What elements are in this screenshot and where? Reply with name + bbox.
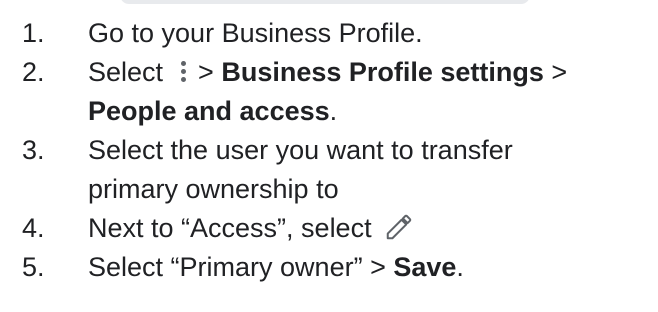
step-text-suffix: .: [329, 96, 338, 126]
list-item-step-4: 4. Next to “Access”, select: [0, 209, 658, 248]
list-item-step-2: 2. Select > Business Profile settings > …: [0, 53, 658, 131]
step-number: 5.: [22, 252, 45, 282]
instruction-list: 1. Go to your Business Profile. 2. Selec…: [0, 14, 658, 287]
step-text-prefix: Select “Primary owner” >: [88, 252, 394, 282]
step-text: Next to “Access”, select: [88, 213, 414, 243]
step-text-prefix: Select: [88, 57, 171, 87]
step-text: Select > Business Profile settings > Peo…: [88, 57, 567, 126]
list-item-step-5: 5. Select “Primary owner” > Save.: [0, 248, 658, 287]
separator: >: [543, 57, 568, 87]
step-text-content: Next to “Access”, select: [88, 213, 372, 243]
list-item-step-3: 3. Select the user you want to transfer p…: [0, 131, 658, 209]
step-text: Go to your Business Profile.: [88, 18, 423, 48]
menu-path-people-and-access: People and access: [88, 96, 330, 126]
step-number: 4.: [22, 213, 45, 243]
more-vert-icon: [177, 59, 189, 85]
separator: >: [190, 57, 222, 87]
step-text: Select “Primary owner” > Save.: [88, 252, 464, 282]
step-text: Select the user you want to transfer prim…: [88, 135, 513, 204]
step-text-line-2: primary ownership to: [88, 174, 339, 204]
step-number: 1.: [22, 18, 45, 48]
cropped-element-top: [120, 0, 530, 4]
menu-path-business-profile-settings: Business Profile settings: [221, 57, 544, 87]
edit-pencil-icon: [384, 212, 414, 242]
step-text-line-1: Select the user you want to transfer: [88, 135, 513, 165]
step-text-suffix: .: [456, 252, 464, 282]
step-number: 3.: [22, 135, 45, 165]
save-action-label: Save: [393, 252, 457, 282]
list-item-step-1: 1. Go to your Business Profile.: [0, 14, 658, 53]
step-number: 2.: [22, 57, 45, 87]
